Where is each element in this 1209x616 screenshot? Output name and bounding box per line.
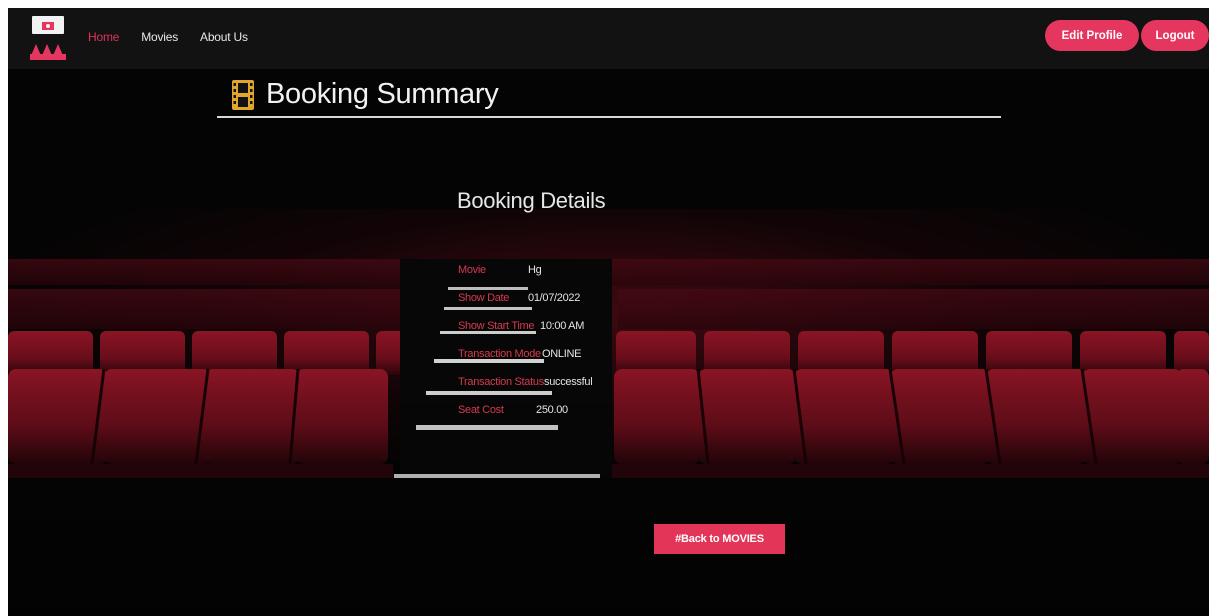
detail-label: Show Date <box>458 292 510 304</box>
title-divider <box>217 116 1001 118</box>
detail-row-transaction-status: Transaction Status successful <box>458 368 638 396</box>
logout-button[interactable]: Logout <box>1141 20 1209 51</box>
detail-value: successful <box>544 376 593 388</box>
nav-link-about-us[interactable]: About Us <box>200 30 248 44</box>
edit-profile-button[interactable]: Edit Profile <box>1045 20 1139 51</box>
nav-links: Home Movies About Us <box>88 30 248 44</box>
detail-value: 250.00 <box>536 404 568 416</box>
detail-value: 01/07/2022 <box>528 292 581 304</box>
booking-details-heading: Booking Details <box>457 188 606 213</box>
detail-row-show-date: Show Date 01/07/2022 <box>458 284 638 312</box>
navbar: Home Movies About Us Edit Profile Logout <box>8 8 1209 69</box>
detail-label: Seat Cost <box>458 404 504 416</box>
nav-link-movies[interactable]: Movies <box>141 30 178 44</box>
back-to-movies-button[interactable]: #Back to MOVIES <box>654 524 785 554</box>
nav-link-home[interactable]: Home <box>88 30 119 44</box>
detail-value: ONLINE <box>542 348 582 360</box>
detail-row-show-start-time: Show Start Time 10:00 AM <box>458 312 638 340</box>
booking-details-list: Movie Hg Show Date 01/07/2022 Show Start… <box>458 256 638 424</box>
detail-value: 10:00 AM <box>540 320 585 332</box>
detail-label: Show Start Time <box>458 320 535 332</box>
detail-value: Hg <box>528 264 542 276</box>
detail-row-movie: Movie Hg <box>458 256 638 284</box>
page-title: Booking Summary <box>266 78 499 110</box>
detail-row-transaction-mode: Transaction Mode ONLINE <box>458 340 638 368</box>
page-header: Booking Summary <box>232 78 499 111</box>
app-window: Home Movies About Us Edit Profile Logout… <box>8 8 1209 616</box>
film-icon <box>232 79 254 110</box>
detail-label: Transaction Mode <box>458 348 541 360</box>
detail-label: Movie <box>458 264 486 276</box>
cinema-logo[interactable] <box>28 14 68 62</box>
detail-row-seat-cost: Seat Cost 250.00 <box>458 396 638 424</box>
detail-label: Transaction Status <box>458 376 544 388</box>
